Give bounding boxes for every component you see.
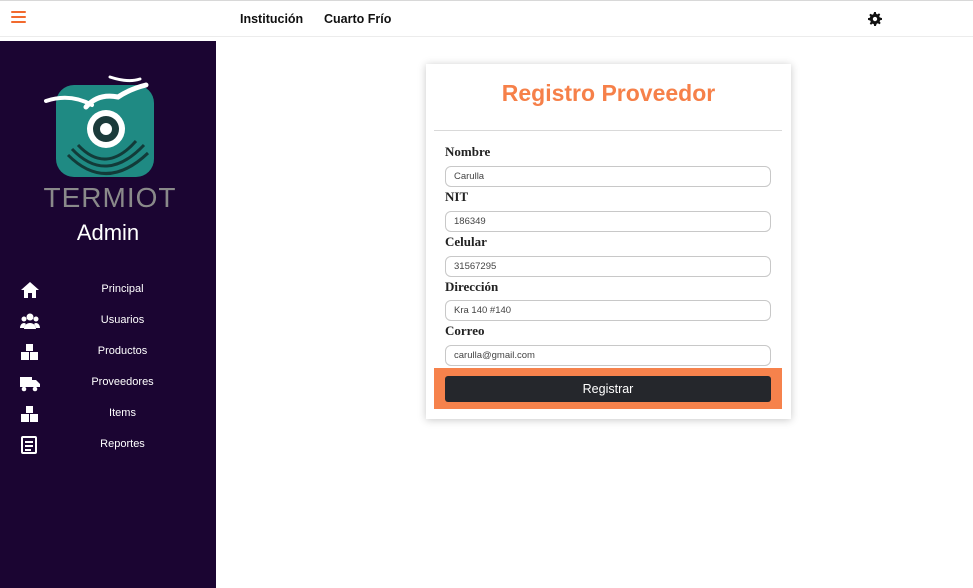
sidebar-item-items[interactable]: Items [0, 403, 216, 427]
nav-link-institucion[interactable]: Institución [240, 12, 303, 26]
boxes-icon [21, 406, 38, 422]
field-label-nombre: Nombre [445, 144, 491, 159]
gear-icon[interactable] [868, 12, 882, 26]
submit-highlight: Registrar [434, 368, 782, 409]
registrar-button[interactable]: Registrar [445, 376, 771, 402]
sidebar-item-productos[interactable]: Productos [0, 341, 216, 365]
field-label-nit: NIT [445, 189, 469, 204]
sidebar-item-usuarios[interactable]: Usuarios [0, 310, 216, 334]
logo-wordmark: TERMIOT [44, 182, 177, 213]
sidebar-item-label: Proveedores [91, 376, 154, 388]
divider [434, 130, 782, 131]
user-role-label: Admin [76, 220, 140, 245]
termiot-logo: TERMIOT [44, 75, 177, 213]
field-label-direccion: Dirección [445, 279, 499, 294]
field-label-celular: Celular [445, 234, 487, 249]
registro-proveedor-card: Registro Proveedor Nombre NIT Celular Di… [426, 64, 791, 419]
nav-link-cuarto-frio[interactable]: Cuarto Frío [324, 12, 391, 26]
correo-input[interactable] [445, 345, 771, 366]
celular-input[interactable] [445, 256, 771, 277]
sidebar-item-label: Usuarios [100, 314, 145, 326]
top-navbar: Institución Cuarto Frío [0, 0, 973, 37]
home-icon [21, 282, 39, 298]
nombre-input[interactable] [445, 166, 771, 187]
sidebar-item-proveedores[interactable]: Proveedores [0, 372, 216, 396]
sidebar-item-label: Items [109, 407, 136, 419]
field-label-correo: Correo [445, 323, 485, 338]
sidebar-item-label: Reportes [100, 438, 145, 450]
direccion-input[interactable] [445, 300, 771, 321]
nit-input[interactable] [445, 211, 771, 232]
sidebar: TERMIOT Admin Principal Usuarios Product… [0, 41, 216, 588]
sidebar-item-principal[interactable]: Principal [0, 279, 216, 303]
boxes-icon [21, 344, 38, 360]
report-icon [21, 436, 37, 454]
sidebar-item-label: Principal [101, 283, 144, 295]
hamburger-icon[interactable] [11, 11, 26, 23]
page-title: Registro Proveedor [501, 80, 716, 106]
users-icon [20, 313, 40, 329]
truck-icon [20, 377, 40, 392]
sidebar-item-reportes[interactable]: Reportes [0, 434, 216, 458]
sidebar-item-label: Productos [97, 345, 148, 357]
